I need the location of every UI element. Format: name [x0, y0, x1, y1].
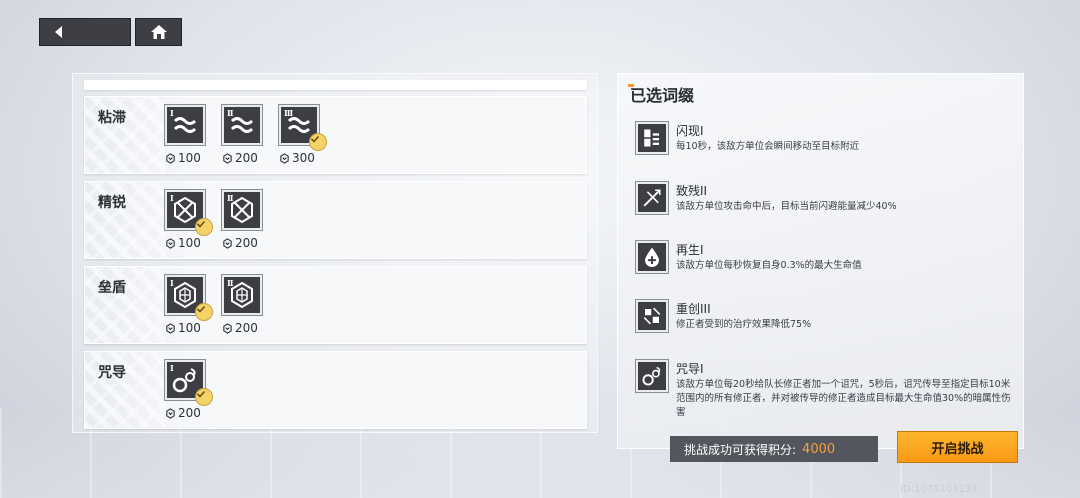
reward-points-bar: 挑战成功可获得积分: 4000 — [670, 436, 878, 462]
check-icon — [196, 390, 206, 398]
selected-affix-name: 闪现I — [676, 124, 704, 138]
selected-affix-title: 已选词缀 — [627, 82, 694, 106]
point-coin-icon — [166, 407, 175, 419]
check-icon — [196, 305, 206, 313]
affix-cost: 100 — [165, 321, 209, 335]
point-coin-icon — [166, 237, 175, 249]
selected-affix-icon-frame — [636, 360, 668, 392]
affix-group-card: 精锐 I 100 II 200 — [84, 181, 587, 259]
affix-cost-value: 300 — [292, 151, 315, 165]
affix-cost: 100 — [165, 236, 209, 250]
affix-option[interactable]: I 100 — [165, 190, 213, 250]
affix-level: I — [170, 108, 174, 118]
affix-cost: 200 — [222, 321, 266, 335]
selected-affix-panel: 已选词缀 闪现I 每10秒，该敌方单位会瞬间移动至目标附近 致残II 该敌方单位攻击命… — [617, 73, 1024, 449]
check-icon — [310, 135, 320, 143]
affix-option[interactable]: II 200 — [222, 105, 266, 165]
selected-check-badge — [195, 303, 213, 321]
affix-group-title: 垒盾 — [98, 280, 126, 296]
curse-chain-icon — [642, 366, 661, 386]
affix-level: III — [284, 108, 293, 118]
affix-cost-value: 100 — [178, 236, 201, 250]
back-button[interactable] — [39, 18, 131, 46]
point-coin-icon — [280, 152, 289, 164]
affix-cost: 200 — [165, 406, 209, 420]
affix-icon-frame: I — [165, 105, 205, 145]
point-coin-icon — [223, 237, 232, 249]
selected-affix-name: 致残II — [676, 184, 708, 198]
regen-icon — [645, 247, 659, 268]
affix-cost-value: 200 — [235, 151, 258, 165]
affix-option[interactable]: I 200 — [165, 360, 213, 420]
affix-cost-value: 100 — [178, 321, 201, 335]
affix-option[interactable]: I 100 — [165, 105, 209, 165]
affix-level: II — [227, 193, 234, 203]
affix-level: I — [170, 193, 174, 203]
affix-level: II — [227, 278, 234, 288]
affix-level: I — [170, 278, 174, 288]
affix-icon-frame: I — [165, 190, 213, 236]
affix-cost: 300 — [279, 151, 323, 165]
selected-affix-name: 再生I — [676, 243, 704, 257]
selected-affix-desc: 该敌方单位每20秒给队长修正者加一个诅咒，5秒后，诅咒传导至指定目标10米范围内… — [676, 379, 1011, 418]
cripple-icon — [643, 189, 661, 207]
affix-cost-value: 200 — [178, 406, 201, 420]
affix-option[interactable]: III 300 — [279, 105, 327, 165]
selected-affix-icon-frame — [636, 300, 668, 332]
back-arrow-icon — [55, 26, 62, 38]
selected-affix-icon-frame — [636, 122, 668, 154]
start-challenge-button[interactable]: 开启挑战 — [897, 431, 1018, 463]
affix-icon-frame: II — [222, 190, 262, 230]
affix-option[interactable]: II 200 — [222, 275, 266, 335]
points-value: 4000 — [802, 441, 836, 457]
affix-icon-frame: I — [165, 360, 213, 406]
affix-cost-value: 100 — [178, 151, 201, 165]
affix-group-card: 咒导 I 200 — [84, 351, 587, 429]
point-coin-icon — [223, 152, 232, 164]
home-icon — [150, 25, 167, 39]
check-icon — [196, 220, 206, 228]
selected-affix-icon-frame — [636, 182, 668, 214]
selected-check-badge — [195, 218, 213, 236]
affix-level: I — [170, 363, 174, 373]
selected-affix-desc: 该敌方单位攻击命中后，目标当前闪避能量减少40% — [676, 201, 897, 212]
affix-cost: 200 — [222, 236, 266, 250]
affix-icon-frame: III — [279, 105, 327, 151]
point-coin-icon — [166, 322, 175, 334]
selected-affix-icon-frame — [636, 241, 668, 273]
affix-option[interactable]: I 100 — [165, 275, 213, 335]
affix-group-card: 粘滞 I 100 II 200 III 300 — [84, 96, 587, 174]
affix-icon-frame: II — [222, 105, 262, 145]
home-button[interactable] — [135, 18, 182, 46]
selected-affix-desc: 该敌方单位每秒恢复自身0.3%的最大生命值 — [676, 260, 862, 271]
selected-affix-name: 咒导I — [676, 362, 704, 376]
wound-icon — [643, 307, 661, 325]
selected-affix-name: 重创III — [676, 302, 711, 316]
points-label: 挑战成功可获得积分: — [684, 442, 797, 457]
affix-cost-value: 200 — [235, 236, 258, 250]
selected-affix-desc: 每10秒，该敌方单位会瞬间移动至目标附近 — [676, 141, 860, 152]
selected-check-badge — [195, 388, 213, 406]
affix-list-panel[interactable]: 粘滞 I 100 II 200 III 300 精锐 I 100 II 200 垒盾 I 100 II 200 咒… — [72, 73, 598, 433]
user-id: ID:1075101134 — [900, 484, 978, 495]
selected-check-badge — [309, 133, 327, 151]
affix-group-title: 精锐 — [98, 195, 126, 211]
affix-group-card: 垒盾 I 100 II 200 — [84, 266, 587, 344]
affix-icon-frame: II — [222, 275, 262, 315]
affix-group-title: 咒导 — [98, 365, 126, 381]
point-coin-icon — [223, 322, 232, 334]
blink-icon — [644, 129, 659, 147]
affix-cost-value: 200 — [235, 321, 258, 335]
list-top-edge — [84, 80, 587, 90]
affix-icon-frame: I — [165, 275, 213, 321]
point-coin-icon — [166, 152, 175, 164]
affix-cost: 200 — [222, 151, 266, 165]
affix-group-title: 粘滞 — [98, 110, 126, 126]
affix-level: II — [227, 108, 234, 118]
selected-affix-desc: 修正者受到的治疗效果降低75% — [676, 319, 812, 330]
affix-cost: 100 — [165, 151, 209, 165]
affix-option[interactable]: II 200 — [222, 190, 266, 250]
